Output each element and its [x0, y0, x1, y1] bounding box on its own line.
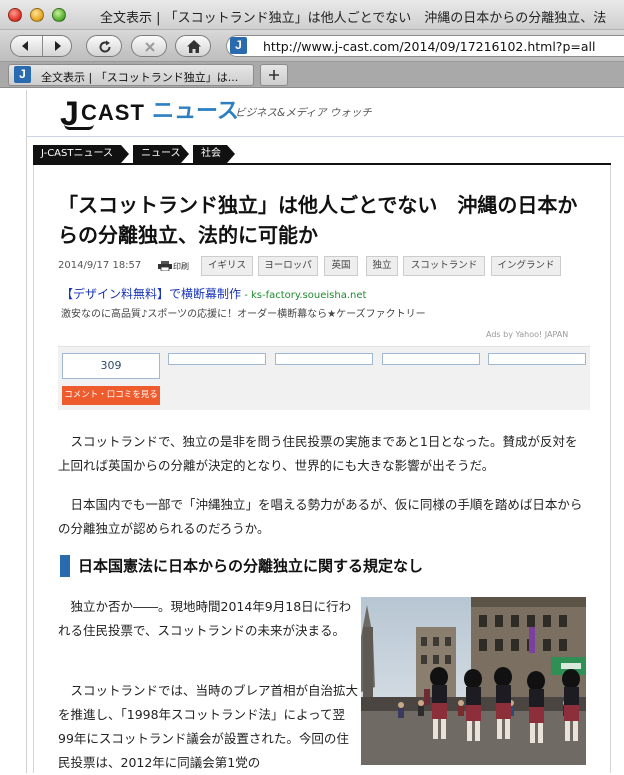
section-heading-bar [60, 555, 70, 577]
article-date: 2014/9/17 18:57 [58, 260, 142, 271]
section-heading: 日本国憲法に日本からの分離独立に関する規定なし [60, 555, 590, 577]
new-tab-button[interactable] [260, 64, 288, 86]
browser-toolbar: http://www.j-cast.com/2014/09/17216102.h… [0, 30, 624, 62]
section-heading-text: 日本国憲法に日本からの分離独立に関する規定なし [78, 557, 424, 575]
address-bar[interactable]: http://www.j-cast.com/2014/09/17216102.h… [226, 35, 624, 57]
share-count[interactable]: 309 [62, 353, 160, 379]
share-button[interactable] [168, 353, 266, 365]
tab-bar: 全文表示 | 「スコットランド独立」は... [0, 62, 624, 88]
minimize-window-button[interactable] [30, 8, 44, 22]
breadcrumb-item-jcast[interactable]: J-CASTニュース [33, 145, 129, 163]
page-edge [26, 90, 27, 773]
tab-active[interactable]: 全文表示 | 「スコットランド独立」は... [8, 64, 254, 86]
window-title: 全文表示 | 「スコットランド独立」は他人ごとでない 沖縄の日本からの分離独立、… [100, 11, 607, 26]
window-titlebar: 全文表示 | 「スコットランド独立」は他人ごとでない 沖縄の日本からの分離独立、… [0, 0, 624, 30]
plus-icon [269, 70, 279, 80]
reload-button[interactable] [86, 35, 122, 57]
article-paragraph: スコットランドでは、当時のブレア首相が自治拡大を推進し、「1998年スコットラン… [58, 683, 359, 770]
tag-item[interactable]: 英国 [324, 256, 358, 276]
tag-item[interactable]: イギリス [201, 256, 253, 276]
printer-icon[interactable] [158, 261, 172, 271]
back-forward-control [10, 35, 72, 57]
logo-news: ニュース [152, 99, 239, 124]
article-paragraph: 日本国内でも一部で「沖縄独立」を唱える勢力があるが、仮に同様の手順を踏めば日本か… [58, 497, 583, 536]
article-paragraph: スコットランドで、独立の是非を問う住民投票の実施まであと1日となった。賛成が反対… [58, 434, 578, 473]
ad-domain[interactable]: - ks-factory.soueisha.net [241, 290, 366, 301]
tag-item[interactable]: スコットランド [403, 256, 485, 276]
share-button[interactable] [488, 353, 586, 365]
logo-cast: CAST [81, 100, 145, 125]
header-divider [26, 136, 624, 137]
article-paragraph: 独立か否か――。現地時間2014年9月18日に行われる住民投票で、スコットランド… [58, 599, 352, 638]
stop-button[interactable] [131, 35, 167, 57]
tag-item[interactable]: ヨーロッパ [258, 256, 318, 276]
stop-x-icon [145, 42, 155, 52]
close-window-button[interactable] [8, 8, 22, 22]
home-button[interactable] [175, 35, 211, 57]
tag-item[interactable]: イングランド [491, 256, 561, 276]
ad-description[interactable]: 激安なのに高品質♪スポーツの応援に！オーダー横断幕なら★ケーズファクトリー [61, 305, 426, 320]
zoom-window-button[interactable] [52, 8, 66, 22]
back-arrow-icon[interactable] [18, 39, 34, 53]
ad-credit[interactable]: Ads by Yahoo! JAPAN [486, 330, 568, 339]
reload-icon [99, 40, 111, 53]
share-button[interactable] [382, 353, 480, 365]
favicon-letter: J [230, 37, 247, 54]
article-photo[interactable] [361, 597, 586, 765]
tab-favicon-letter: J [14, 66, 31, 83]
divider [42, 36, 43, 56]
share-button[interactable] [275, 353, 373, 365]
breadcrumb-item-news[interactable]: ニュース [133, 145, 189, 163]
print-link[interactable]: 印刷 [173, 261, 189, 272]
breadcrumb-underline [33, 163, 611, 165]
url-text[interactable]: http://www.j-cast.com/2014/09/17216102.h… [263, 39, 595, 54]
view-comments-button[interactable]: コメント・口コミを見る [62, 386, 160, 405]
forward-arrow-icon[interactable] [49, 39, 65, 53]
article-headline: 「スコットランド独立」は他人ごとでない 沖縄の日本からの分離独立、法的に可能か [58, 193, 578, 247]
ad-link[interactable]: 【デザイン料無料】で横断幕制作 - ks-factory.soueisha.ne… [61, 285, 366, 302]
breadcrumb-item-society[interactable]: 社会 [193, 145, 235, 163]
site-tagline: ビジネス&メディア ウォッチ [235, 107, 372, 119]
ad-title[interactable]: 【デザイン料無料】で横断幕制作 [61, 287, 241, 301]
tag-item[interactable]: 独立 [366, 256, 398, 276]
tab-title: 全文表示 | 「スコットランド独立」は... [41, 71, 239, 84]
home-icon [187, 40, 201, 53]
